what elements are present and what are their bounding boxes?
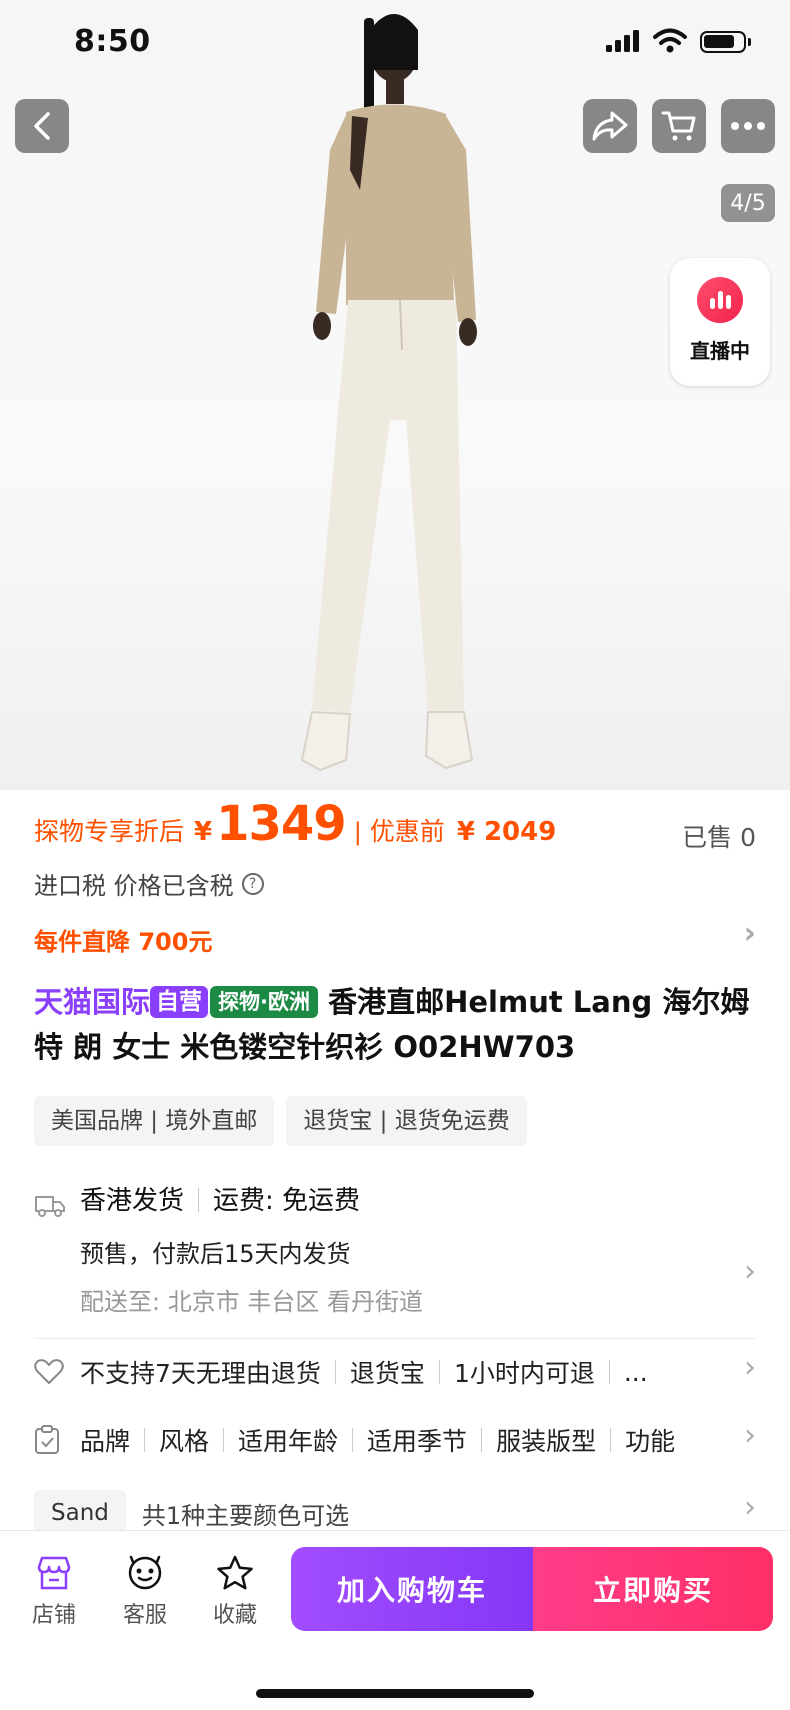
service-item: 1小时内可退 [453,1359,595,1388]
param-item: 适用年龄 [238,1427,339,1456]
chevron-right-icon: › [743,916,756,951]
image-page-indicator: 4/5 [721,184,775,222]
favorite-label: 收藏 [212,1603,257,1628]
chevron-right-icon: › [744,1254,756,1289]
service-item: 退货宝 [349,1359,425,1388]
back-button[interactable] [15,99,69,153]
share-icon [592,111,628,141]
shipping-origin: 香港发货 [80,1186,185,1216]
price-separator: | [353,818,362,846]
self-operated-tag: 自营 [150,986,209,1018]
tax-text: 进口税 价格已含税 [34,872,234,900]
chat-bubble-icon [128,1555,162,1590]
more-button[interactable] [721,99,775,153]
battery-icon [700,31,751,53]
chevron-left-icon [34,112,50,140]
price-amount: 1349 [216,796,347,852]
status-bar: 8:50 [0,0,790,88]
presale-note: 预售，付款后15天内发货 [80,1240,351,1268]
wifi-icon [653,28,687,53]
service-more: ... [623,1357,648,1387]
tmall-global-tag: 天猫国际 [34,985,151,1019]
price-before-value: ¥ 2049 [456,817,557,847]
live-label: 直播中 [690,339,750,363]
sold-count: 已售 0 [682,823,756,852]
favorite-button[interactable]: 收藏 [200,1555,270,1629]
cart-button[interactable] [652,99,706,153]
share-button[interactable] [583,99,637,153]
signal-icon [606,30,639,52]
param-item: 适用季节 [367,1427,468,1456]
chevron-right-icon: › [744,1418,756,1453]
shipping-origin-line: 香港发货 运费: 免运费 [80,1180,360,1217]
price-row: 探物专享折后 ¥ 1349 | 优惠前 ¥ 2049 [34,796,756,856]
discount-row[interactable]: 每件直降 700元 › [34,916,756,957]
cart-icon [661,111,696,141]
clipboard-icon [34,1425,68,1455]
buy-now-button[interactable]: 立即购买 [533,1547,773,1631]
service-item: 不支持7天无理由退货 [80,1359,321,1388]
param-item: 服装版型 [496,1427,597,1456]
tax-row: 进口税 价格已含税 ? [34,866,264,901]
param-item: 风格 [159,1427,210,1456]
services-row[interactable]: 不支持7天无理由退货 退货宝 1小时内可退 ... › [34,1350,756,1392]
star-icon [217,1555,253,1590]
help-icon[interactable]: ? [241,872,264,895]
price-before-label: 优惠前 [369,817,445,846]
service-label: 客服 [122,1603,167,1628]
params-row[interactable]: 品牌 风格 适用年龄 适用季节 服装版型 功能 › [34,1418,756,1460]
feature-pills: 美国品牌 | 境外直邮 退货宝 | 退货免运费 [34,1096,527,1146]
live-bars-icon [697,277,743,323]
divider [34,1338,756,1339]
explore-europe-tag: 探物·欧洲 [210,986,318,1018]
home-indicator [256,1689,534,1698]
shipping-fee: 运费: 免运费 [213,1186,361,1216]
chevron-right-icon: › [744,1350,756,1385]
shop-label: 店铺 [31,1603,76,1628]
product-image-gallery[interactable]: 8:50 4/5 直播中 [0,0,790,790]
param-item: 功能 [625,1427,676,1456]
status-time: 8:50 [74,24,151,59]
customer-service-button[interactable]: 客服 [110,1555,180,1629]
heart-icon [34,1359,68,1385]
add-to-cart-button[interactable]: 加入购物车 [291,1547,533,1631]
product-title: 天猫国际 自营 探物·欧洲 香港直邮Helmut Lang 海尔姆特 朗 女士 米色… [34,980,756,1070]
chevron-right-icon: › [744,1490,756,1525]
more-dots-icon [731,122,765,130]
truck-icon [35,1196,65,1217]
deliver-to: 配送至: 北京市 丰台区 看丹街道 [80,1288,423,1316]
discount-text: 每件直降 700元 [34,928,213,956]
color-count-text: 共1种主要颜色可选 [141,1501,350,1530]
param-item: 品牌 [80,1427,131,1456]
price-label: 探物专享折后 [34,817,185,846]
shop-button[interactable]: 店铺 [19,1555,89,1629]
feature-pill: 退货宝 | 退货免运费 [286,1096,527,1146]
feature-pill: 美国品牌 | 境外直邮 [34,1096,275,1146]
live-stream-button[interactable]: 直播中 [670,258,770,386]
shop-icon [37,1556,71,1590]
price-currency: ¥ [194,817,213,847]
product-photo [300,14,477,772]
